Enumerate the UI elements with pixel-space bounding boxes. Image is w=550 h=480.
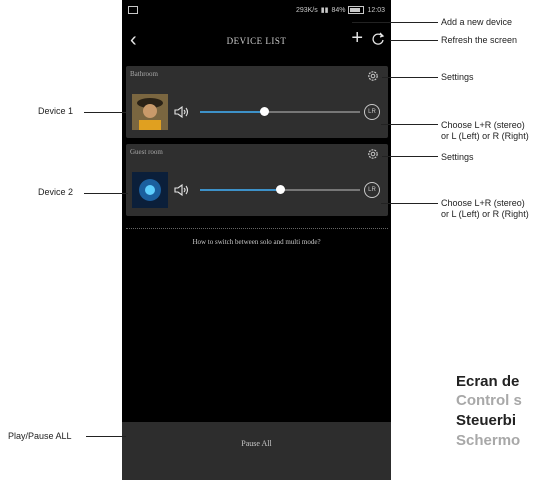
annotation-line: [84, 112, 126, 113]
pause-all-button[interactable]: Pause All: [122, 439, 391, 448]
annotation-line: [382, 77, 438, 78]
stereo-lr-button[interactable]: LR: [364, 104, 380, 120]
clock: 12:03: [367, 6, 385, 14]
annotation-text: or L (Left) or R (Right): [441, 131, 529, 141]
bottom-bar: Pause All: [122, 422, 391, 480]
annotation-device-2: Device 2: [38, 187, 74, 197]
caption-line: Control s: [456, 392, 522, 409]
settings-gear-icon[interactable]: [366, 147, 380, 161]
mode-help-link[interactable]: How to switch between solo and multi mod…: [122, 238, 391, 246]
annotation-line: [381, 203, 438, 204]
volume-slider-fill: [200, 189, 280, 191]
signal-icon: ▮▮: [320, 7, 329, 14]
status-bar: 293K/s ▮▮ 84% 12:03: [122, 0, 391, 20]
volume-slider-handle[interactable]: [276, 185, 285, 194]
volume-slider[interactable]: [200, 185, 360, 194]
stereo-lr-button[interactable]: LR: [364, 182, 380, 198]
battery-percent: 84%: [331, 6, 346, 14]
annotation-device-1: Device 1: [38, 106, 74, 116]
annotation-choose-1: Choose L+R (stereo) or L (Left) or R (Ri…: [441, 120, 529, 142]
annotation-refresh: Refresh the screen: [441, 35, 518, 45]
device-room-name: Bathroom: [130, 70, 158, 78]
volume-slider-fill: [200, 111, 264, 113]
device-room-name: Guest room: [130, 148, 163, 156]
caption-line: Steuerbi: [456, 412, 517, 429]
annotation-line: [352, 22, 438, 23]
phone-screen: 293K/s ▮▮ 84% 12:03 ‹ DEVICE LIST + Bath…: [122, 0, 391, 480]
refresh-icon[interactable]: [371, 32, 385, 46]
speaker-volume-icon: [174, 184, 189, 196]
annotation-settings-2: Settings: [441, 152, 474, 162]
annotation-choose-2: Choose L+R (stereo) or L (Left) or R (Ri…: [441, 198, 529, 220]
image-icon: [128, 6, 138, 14]
top-bar: ‹ DEVICE LIST +: [122, 22, 391, 58]
annotation-line: [84, 193, 128, 194]
album-art-thumbnail: [132, 172, 168, 208]
status-right: 293K/s ▮▮ 84% 12:03: [296, 6, 385, 14]
divider: [126, 228, 388, 229]
caption-line: Ecran de: [456, 373, 520, 390]
device-card-1: Bathroom LR: [126, 66, 388, 138]
add-device-button[interactable]: +: [351, 28, 363, 48]
battery-icon: [348, 6, 365, 14]
album-art-thumbnail: [132, 94, 168, 130]
network-speed: 293K/s: [295, 6, 318, 14]
device-card-2: Guest room LR: [126, 144, 388, 216]
annotation-settings-1: Settings: [441, 72, 474, 82]
volume-slider[interactable]: [200, 107, 360, 116]
settings-gear-icon[interactable]: [366, 69, 380, 83]
caption-line: Schermo: [456, 432, 521, 449]
annotation-line: [390, 40, 438, 41]
annotation-line: [381, 124, 438, 125]
annotation-line: [382, 156, 438, 157]
volume-slider-handle[interactable]: [260, 107, 269, 116]
annotation-line: [86, 436, 126, 437]
annotation-text: or L (Left) or R (Right): [441, 209, 529, 219]
annotation-text: Choose L+R (stereo): [441, 198, 525, 208]
speaker-volume-icon: [174, 106, 189, 118]
annotation-text: Choose L+R (stereo): [441, 120, 525, 130]
annotation-add-device: Add a new device: [441, 17, 513, 27]
annotation-play-pause-all: Play/Pause ALL: [8, 431, 72, 441]
